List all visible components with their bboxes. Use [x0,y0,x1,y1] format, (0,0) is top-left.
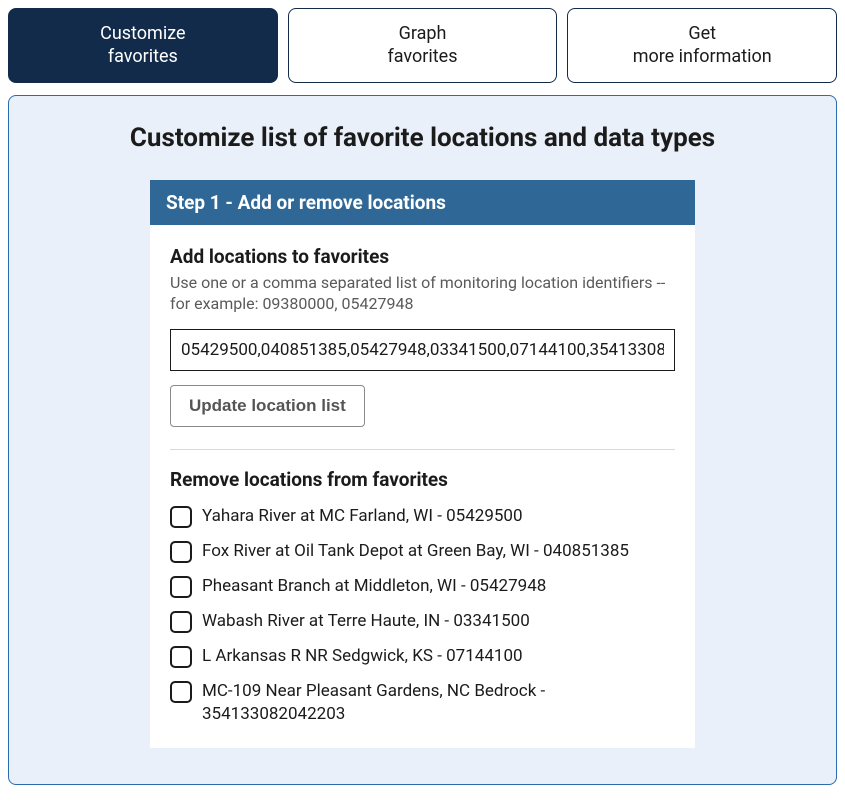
tab-label-line2: more information [633,46,772,67]
location-label: Yahara River at MC Farland, WI - 0542950… [202,505,523,528]
location-row: Fox River at Oil Tank Depot at Green Bay… [170,540,675,563]
location-checkbox[interactable] [170,611,192,633]
divider [170,449,675,450]
location-label: Pheasant Branch at Middleton, WI - 05427… [202,575,546,598]
card-body: Add locations to favorites Use one or a … [150,225,695,748]
customize-panel: Customize list of favorite locations and… [8,95,837,785]
tab-customize-favorites[interactable]: Customize favorites [8,8,278,83]
location-label: MC-109 Near Pleasant Gardens, NC Bedrock… [202,680,675,726]
location-checkbox[interactable] [170,506,192,528]
remove-locations-title: Remove locations from favorites [170,468,675,491]
location-ids-input[interactable] [170,329,675,371]
tabs: Customize favorites Graph favorites Get … [8,8,837,83]
update-location-list-button[interactable]: Update location list [170,385,365,427]
location-row: Yahara River at MC Farland, WI - 0542950… [170,505,675,528]
tab-label-line2: favorites [108,46,178,67]
tab-label-line1: Graph [399,23,447,44]
location-checkbox[interactable] [170,541,192,563]
location-label: Wabash River at Terre Haute, IN - 033415… [202,610,530,633]
location-label: L Arkansas R NR Sedgwick, KS - 07144100 [202,645,523,668]
location-row: L Arkansas R NR Sedgwick, KS - 07144100 [170,645,675,668]
location-checkbox[interactable] [170,646,192,668]
step-card: Step 1 - Add or remove locations Add loc… [150,180,695,748]
location-row: MC-109 Near Pleasant Gardens, NC Bedrock… [170,680,675,726]
tab-label-line2: favorites [388,46,458,67]
add-locations-help: Use one or a comma separated list of mon… [170,272,675,315]
location-label: Fox River at Oil Tank Depot at Green Bay… [202,540,629,563]
tab-graph-favorites[interactable]: Graph favorites [288,8,558,83]
tab-label-line1: Customize [100,23,185,44]
location-checkbox[interactable] [170,576,192,598]
tab-get-more-information[interactable]: Get more information [567,8,837,83]
tab-label-line1: Get [688,23,716,44]
location-row: Wabash River at Terre Haute, IN - 033415… [170,610,675,633]
location-row: Pheasant Branch at Middleton, WI - 05427… [170,575,675,598]
step-header: Step 1 - Add or remove locations [150,180,695,225]
panel-title: Customize list of favorite locations and… [103,122,743,156]
add-locations-title: Add locations to favorites [170,245,675,268]
location-checkbox[interactable] [170,681,192,703]
